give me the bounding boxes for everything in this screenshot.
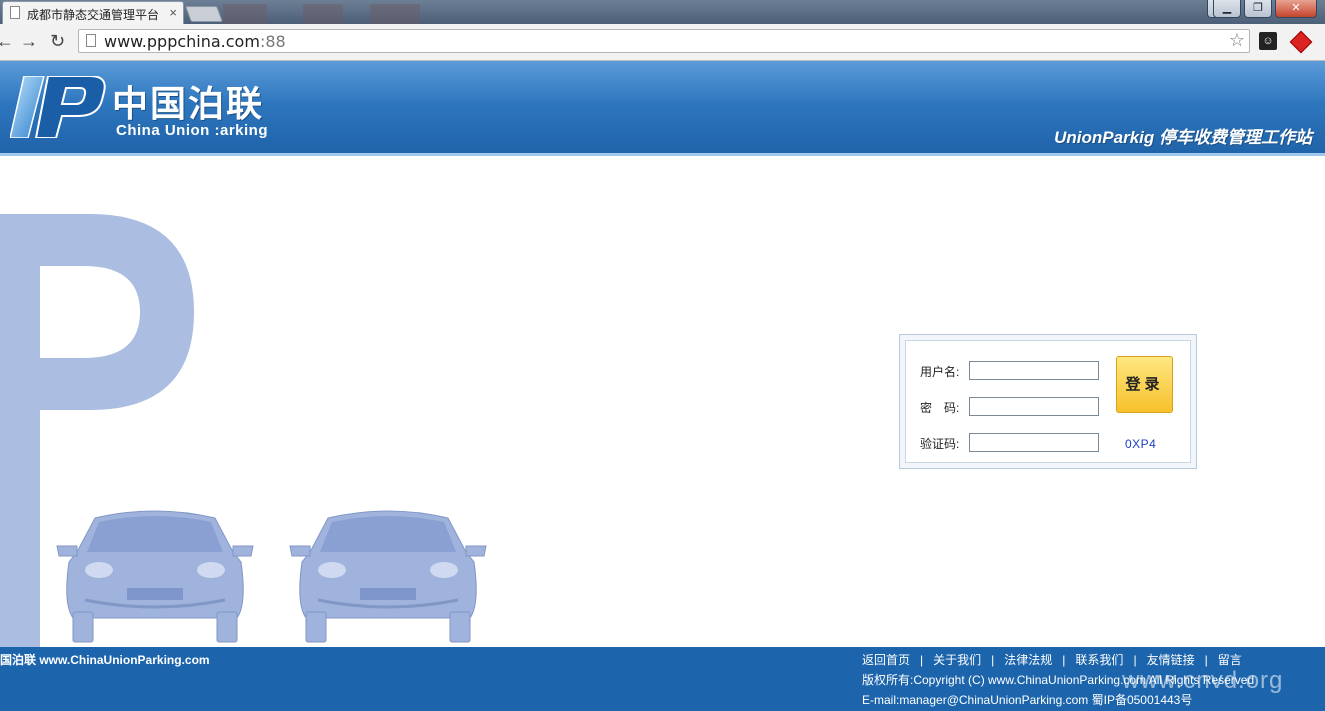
captcha-code[interactable]: 0XP4 [1125, 437, 1156, 451]
header-divider [0, 153, 1325, 156]
back-arrow-icon[interactable]: ← [0, 31, 14, 51]
site-footer: 国泊联 www.ChinaUnionParking.com 返回首页 | 关于我们 |… [0, 647, 1325, 711]
car-graphic [56, 510, 254, 643]
new-tab-button[interactable] [185, 6, 223, 22]
site-header: 中国泊联 China Union :arking UnionParkig 停车收… [0, 61, 1325, 156]
browser-toolbar: ← → ↻ www.pppchina.com:88 ☆ [0, 24, 1325, 61]
logo-chinese: 中国泊联 [112, 84, 265, 125]
captcha-input[interactable] [969, 433, 1099, 452]
footer-link-about[interactable]: 关于我们 [933, 653, 981, 667]
tab-close-icon[interactable]: × [169, 5, 177, 20]
maximize-button[interactable]: ❐ [1244, 0, 1272, 18]
car-graphic [289, 510, 487, 643]
watermark-text: www.cnvd.org [1122, 667, 1284, 694]
page-icon [86, 34, 96, 47]
username-label: 用户名: [920, 365, 960, 379]
captcha-label: 验证码: [920, 437, 960, 451]
footer-link-friends[interactable]: 友情链接 [1147, 653, 1195, 667]
address-bar[interactable]: www.pppchina.com:88 ☆ [78, 29, 1250, 53]
password-label: 密 码: [920, 401, 960, 415]
forward-arrow-icon[interactable]: → [20, 31, 38, 51]
browser-tabstrip: 成都市静态交通管理平台 × ☻ ▁ ❐ ✕ [0, 0, 1325, 24]
logo-english: China Union :arking [116, 122, 268, 139]
extension-icon[interactable]: ☺ [1259, 32, 1277, 50]
footer-links: 返回首页 | 关于我们 | 法律法规 | 联系我们 | 友情链接 | 留言 [862, 653, 1242, 667]
login-panel: 用户名: 密 码: 验证码: 登录 0XP4 [899, 334, 1197, 469]
star-icon[interactable]: ☆ [1229, 30, 1245, 51]
url-text: www.pppchina.com:88 [104, 32, 286, 51]
login-form: 用户名: 密 码: 验证码: 登录 0XP4 [905, 340, 1191, 463]
password-input[interactable] [969, 397, 1099, 416]
minimize-button[interactable]: ▁ [1213, 0, 1241, 18]
close-window-button[interactable]: ✕ [1275, 0, 1317, 18]
footer-link-home[interactable]: 返回首页 [862, 653, 910, 667]
footer-site-name: 国泊联 www.ChinaUnionParking.com [0, 653, 210, 667]
header-slogan: UnionParkig 停车收费管理工作站 [1054, 128, 1312, 147]
blurred-tab [370, 4, 420, 24]
footer-link-message[interactable]: 留言 [1218, 653, 1242, 667]
logo-p-icon [10, 76, 106, 138]
reload-icon[interactable]: ↻ [50, 31, 65, 51]
page-icon [10, 6, 20, 19]
window-controls: ▁ ❐ ✕ [1213, 0, 1317, 18]
blurred-tab [223, 4, 267, 24]
footer-link-laws[interactable]: 法律法规 [1004, 653, 1052, 667]
browser-tab[interactable]: 成都市静态交通管理平台 × [2, 1, 184, 24]
blurred-tab [303, 4, 343, 24]
tab-title: 成都市静态交通管理平台 [27, 8, 160, 22]
username-input[interactable] [969, 361, 1099, 380]
login-button[interactable]: 登录 [1116, 356, 1173, 413]
footer-link-contact[interactable]: 联系我们 [1075, 653, 1123, 667]
